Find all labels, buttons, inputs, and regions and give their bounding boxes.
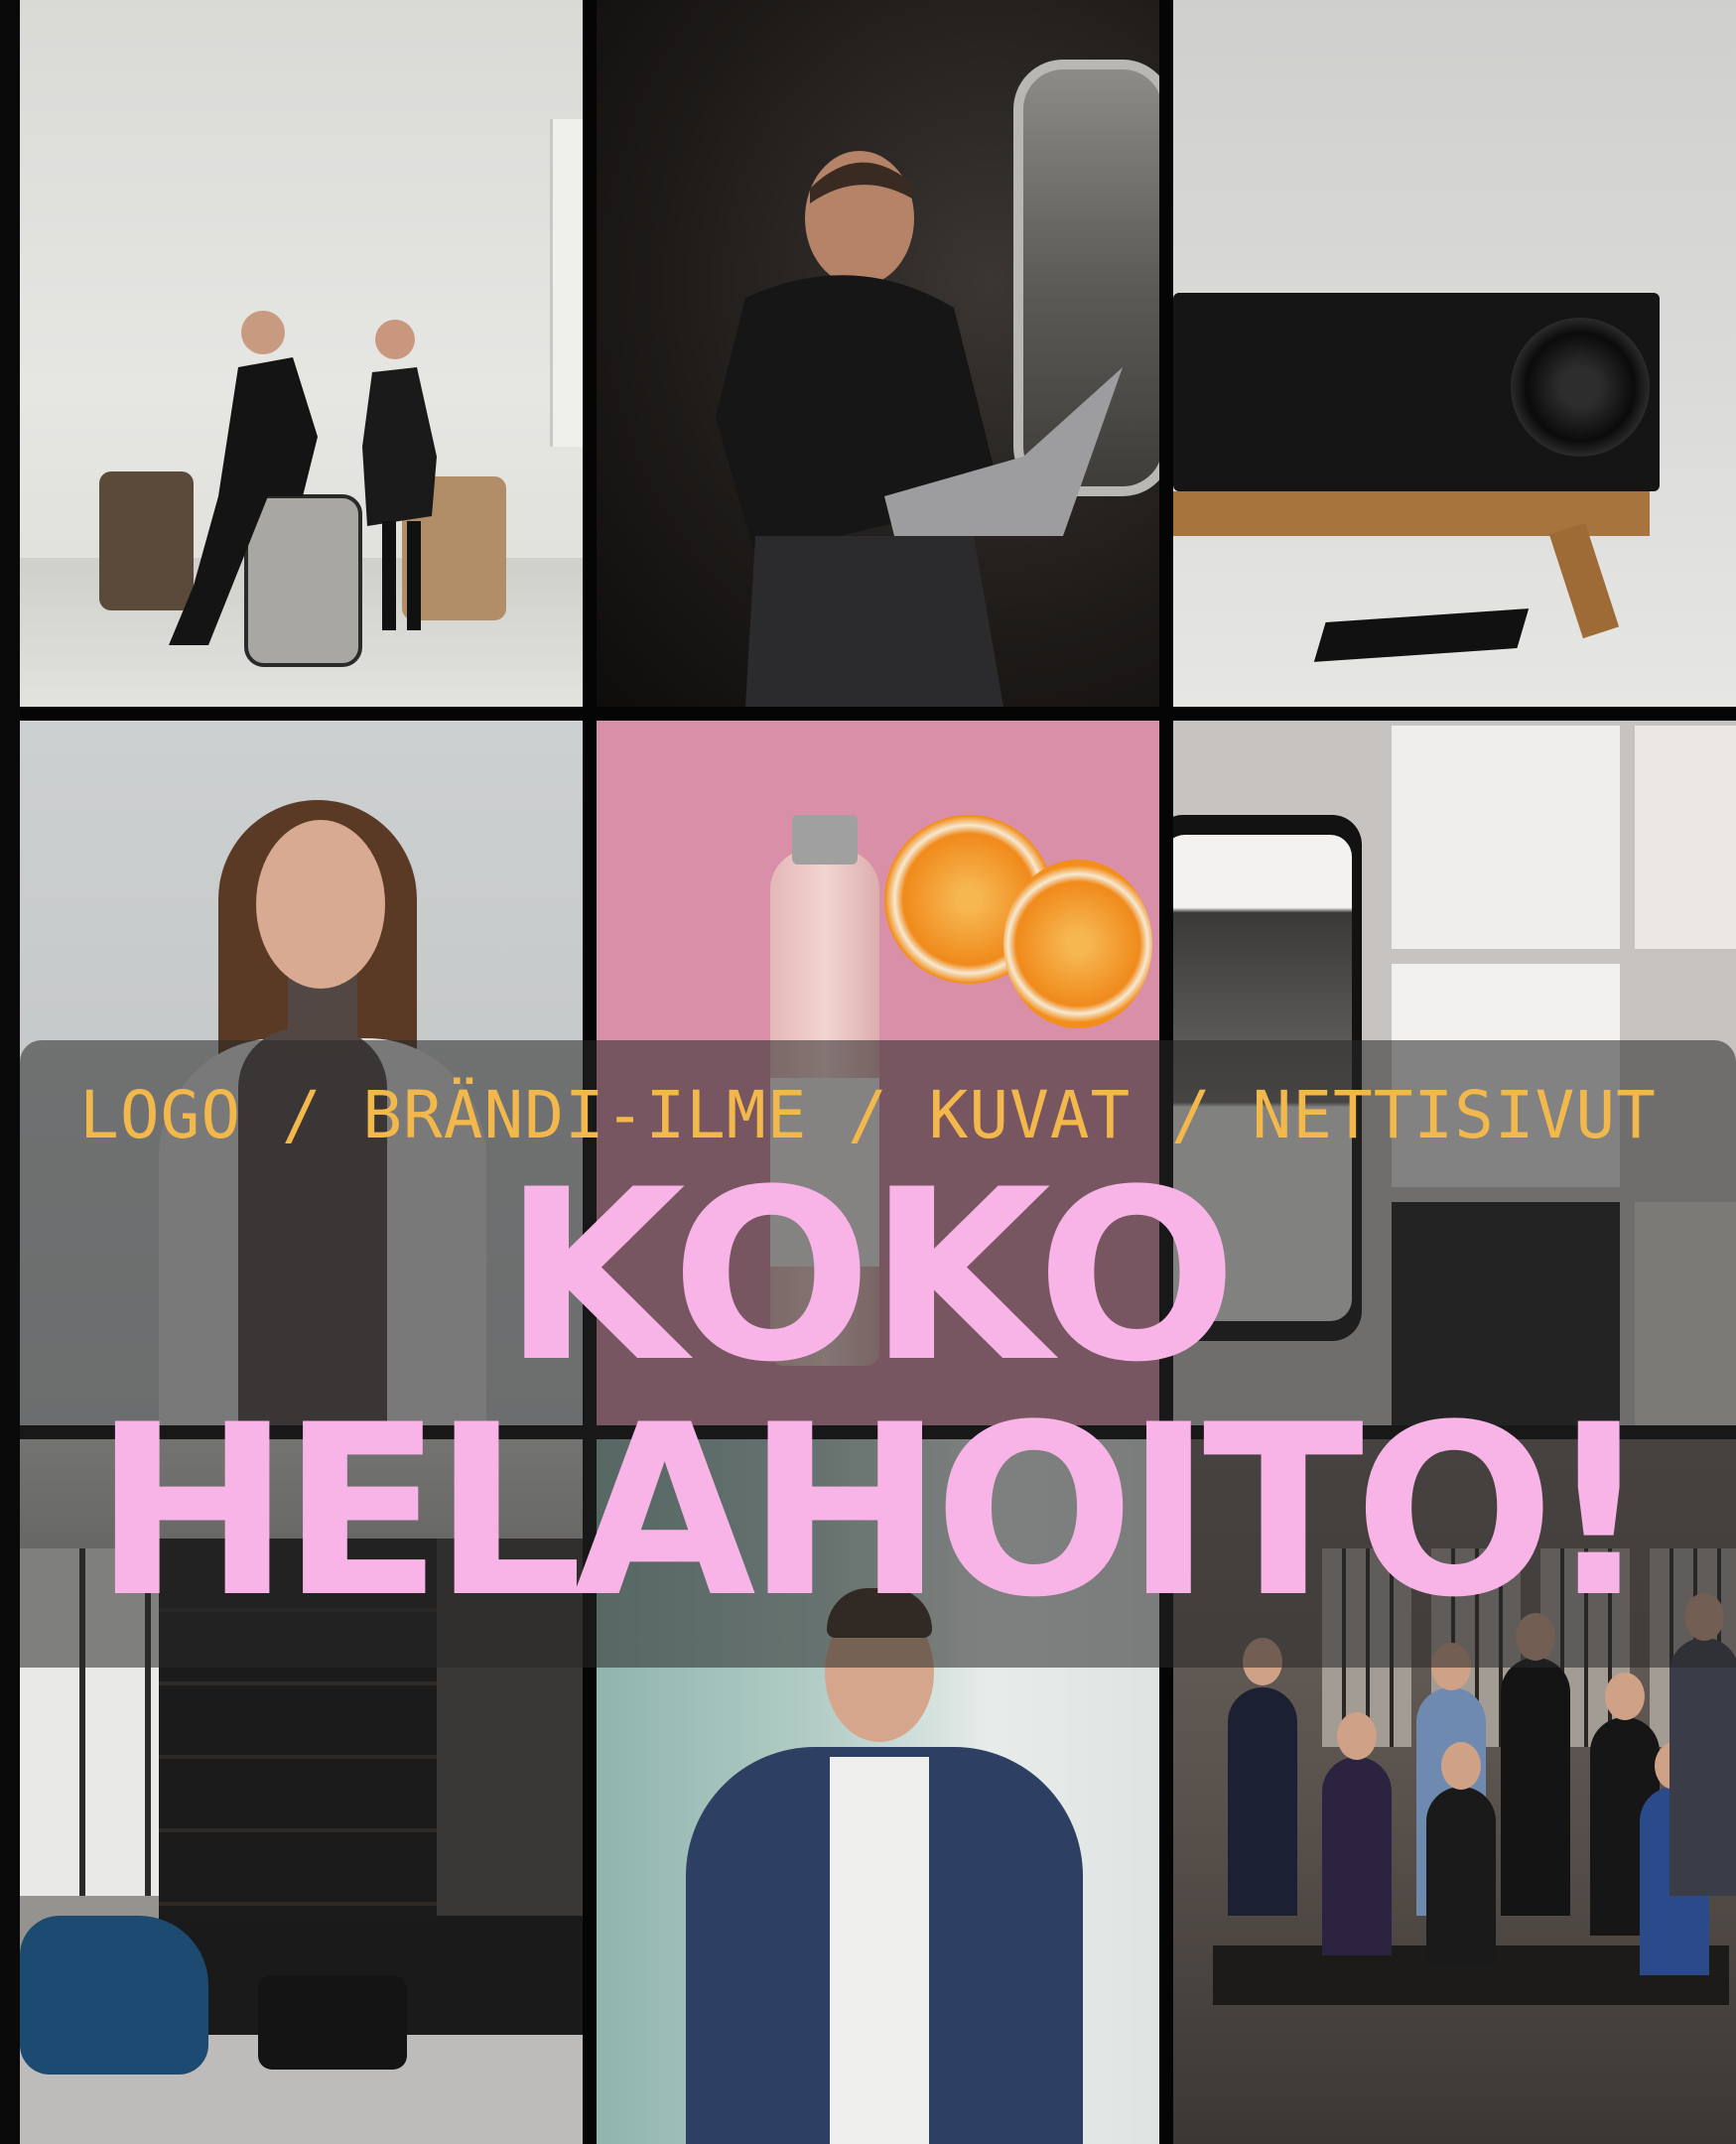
headline-line-2: HELAHOITO! (93, 1375, 1653, 1650)
photo-speaker-furniture (1173, 0, 1736, 707)
photo-man-train-laptop (597, 0, 1159, 707)
photo-duo-studio (20, 0, 583, 707)
headline-line-1: KOKO (502, 1139, 1237, 1414)
